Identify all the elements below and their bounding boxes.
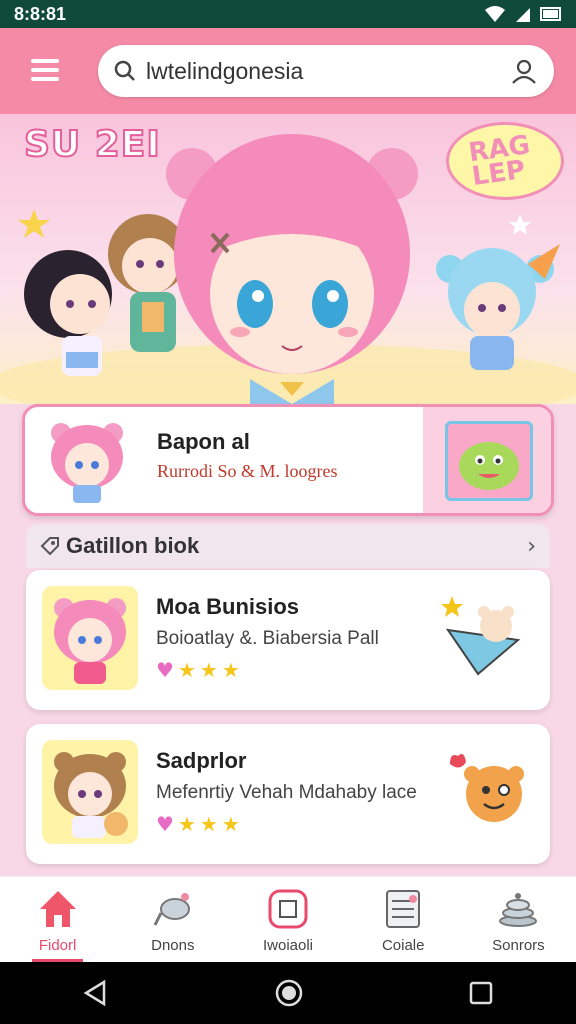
nav-iwoiaoli[interactable]: Iwoiaoli [230,877,345,962]
hamburger-icon [31,59,59,63]
app-header: lwtelindgonesia [0,28,576,114]
nav-sonrors[interactable]: Sonrors [461,877,576,962]
rating: ♥ ★ ★ ★ [156,658,240,682]
card-title: Moa Bunisios [156,594,300,619]
bear-face-icon [450,754,524,822]
hero-banner[interactable]: SU 2EI RAG LEP [0,114,576,404]
list-item[interactable]: Sadprlor Mefenrtiy Vehah Mdahaby lace ♥ … [26,724,550,864]
section-title: Gatillon biok [66,533,200,558]
bear-flag-icon [442,596,521,676]
book-icon [268,889,308,929]
nav-dnons-label: Dnons [151,937,195,954]
featured-side-panel [423,407,551,513]
card-avatar [42,586,138,690]
status-time: 8:8:81 [14,3,67,24]
user-icon[interactable] [510,57,538,85]
search-input[interactable]: lwtelindgonesia [146,58,510,85]
nav-dnons[interactable]: Dnons [115,877,230,962]
heart-icon: ♥ [156,812,174,836]
nav-coiale-label: Coiale [381,937,425,954]
star-icon: ★ [177,812,196,836]
bird-icon [153,893,190,926]
list-item[interactable]: Moa Bunisios Boioatlay &. Biabersia Pall… [26,570,550,710]
chibi-character-1 [24,250,112,376]
slime-monster-icon [459,442,519,490]
wifi-icon [485,6,505,22]
star-decoration [18,209,50,238]
battery-icon [540,7,561,21]
star-icon: ★ [221,658,240,682]
card-subtitle: Boioatlay &. Biabersia Pall [156,628,379,649]
menu-button[interactable] [22,54,68,88]
search-bar[interactable]: lwtelindgonesia [98,45,554,97]
recents-icon[interactable] [468,980,494,1006]
nav-home[interactable]: Fidorl [0,877,115,962]
card-avatar [42,740,138,844]
star-icon: ★ [221,812,240,836]
system-navigation-bar [0,962,576,1024]
card-subtitle: Mefenrtiy Vehah Mdahaby lace [156,782,417,803]
nav-iwoiaoli-label: Iwoiaoli [262,937,314,954]
status-bar: 8:8:81 [0,0,576,28]
nav-coiale[interactable]: Coiale [346,877,461,962]
card-title: Sadprlor [156,748,247,773]
featured-thumbnail[interactable] [445,421,533,501]
tag-icon [40,537,59,556]
featured-avatar [51,423,123,503]
bottom-navigation: Fidorl Dnons Iwoiaoli Coiale Sonrors [0,876,576,962]
chevron-right-icon[interactable]: › [527,534,536,559]
star-icon: ★ [199,812,218,836]
star-icon: ★ [177,658,196,682]
featured-title: Bapon al [157,429,250,454]
star-icon: ★ [199,658,218,682]
section-header[interactable]: Gatillon biok › [26,524,550,568]
featured-subtitle: Rurrodi So & M. loogres [157,461,338,481]
hero-illustration [0,134,576,404]
heart-icon: ♥ [156,658,174,682]
signal-icon [516,8,530,22]
stack-icon [499,893,538,927]
search-icon [114,60,135,81]
home-circle-icon[interactable] [274,978,304,1008]
document-icon [386,890,421,928]
nav-home-label: Fidorl [38,937,77,954]
rating: ♥ ★ ★ ★ [156,812,240,836]
home-icon [39,891,76,927]
featured-card[interactable]: Bapon al Rurrodi So & M. loogres [22,404,554,516]
back-icon[interactable] [82,979,110,1007]
nav-sonrors-label: Sonrors [492,937,545,954]
